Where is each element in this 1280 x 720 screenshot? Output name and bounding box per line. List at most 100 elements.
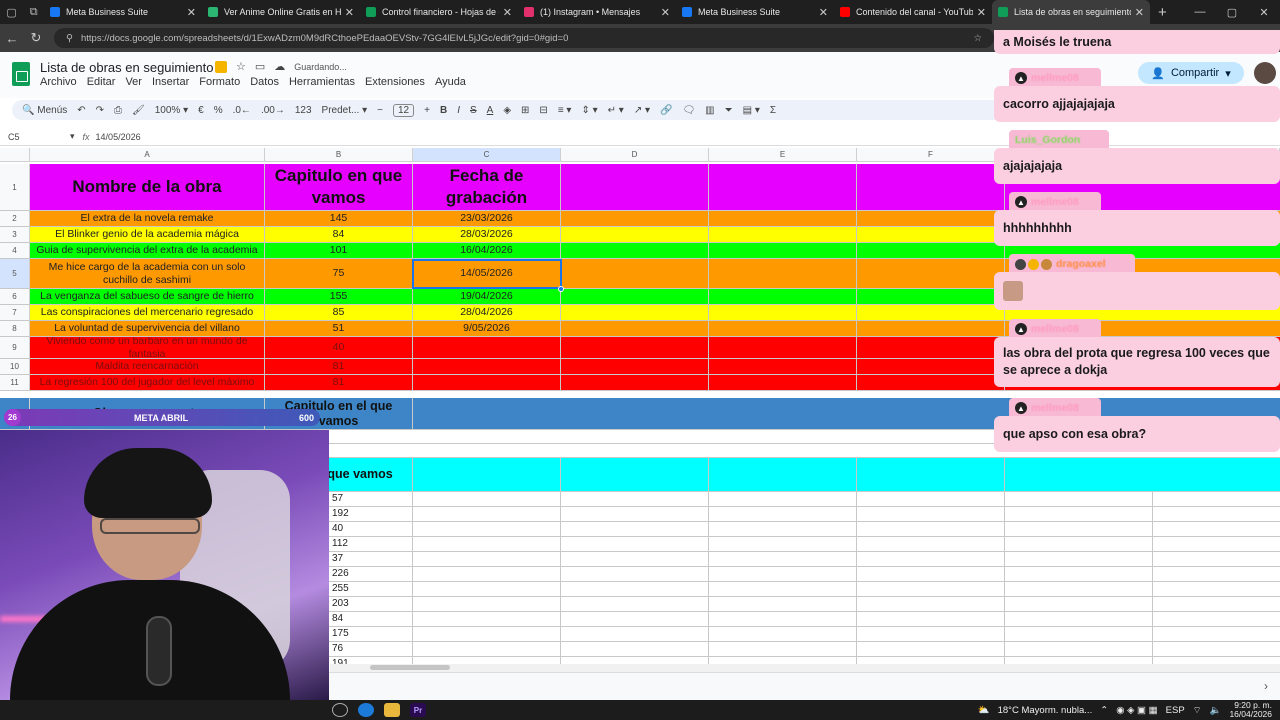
chapter-cell[interactable]: 191 — [329, 657, 413, 664]
empty-cell[interactable] — [561, 537, 709, 551]
empty-cell[interactable] — [561, 552, 709, 566]
empty-cell[interactable] — [709, 537, 857, 551]
close-window-icon[interactable]: ✕ — [1248, 6, 1280, 19]
empty-cell[interactable] — [709, 567, 857, 581]
empty-cell[interactable] — [561, 211, 709, 226]
empty-cell[interactable] — [709, 507, 857, 521]
document-title[interactable]: Lista de obras en seguimiento — [40, 60, 213, 75]
chapter-cell[interactable]: 57 — [329, 492, 413, 506]
empty-cell[interactable] — [857, 337, 1005, 358]
empty-cell[interactable] — [857, 305, 1005, 320]
empty-cell[interactable] — [857, 243, 1005, 258]
row-number[interactable]: 2 — [0, 211, 30, 226]
empty-cell[interactable] — [561, 259, 709, 288]
horizontal-align-icon[interactable]: ≡ ▾ — [558, 105, 572, 116]
insert-link-icon[interactable]: 🔗 — [660, 105, 672, 116]
chapter-cell[interactable]: 81 — [265, 375, 413, 390]
empty-cell[interactable] — [413, 458, 561, 491]
empty-cell[interactable] — [857, 375, 1005, 390]
empty-cell[interactable] — [561, 492, 709, 506]
empty-cell[interactable] — [709, 321, 857, 336]
date-cell[interactable]: 28/03/2026 — [413, 227, 561, 242]
empty-cell[interactable] — [1005, 507, 1153, 521]
scrollbar-thumb[interactable] — [370, 665, 450, 670]
empty-cell[interactable] — [1005, 582, 1153, 596]
browser-tab[interactable]: Ver Anime Online Gratis en HD y ...✕ — [202, 0, 360, 24]
chevron-down-icon[interactable]: ▾ — [70, 131, 75, 142]
empty-cell[interactable] — [413, 552, 561, 566]
close-tab-icon[interactable]: ✕ — [1135, 6, 1144, 19]
clock[interactable]: 9:20 p. m. 16/04/2026 — [1229, 701, 1272, 719]
empty-cell[interactable] — [709, 164, 857, 210]
chapter-cell[interactable]: 81 — [265, 359, 413, 374]
bold-icon[interactable]: B — [440, 105, 447, 116]
work-name-cell[interactable]: El extra de la novela remake — [30, 211, 265, 226]
maximize-icon[interactable]: ▢ — [1216, 6, 1248, 19]
empty-cell[interactable] — [561, 359, 709, 374]
empty-cell[interactable] — [561, 375, 709, 390]
premiere-icon[interactable]: Pr — [410, 703, 426, 717]
chapter-cell[interactable]: 84 — [265, 227, 413, 242]
empty-cell[interactable] — [709, 227, 857, 242]
filter-icon[interactable]: ⏷ — [725, 105, 733, 116]
formula-input[interactable]: 14/05/2026 — [96, 132, 141, 142]
edge-icon[interactable] — [358, 703, 374, 717]
reload-icon[interactable]: ↻ — [24, 30, 48, 46]
obs-icon[interactable] — [332, 703, 348, 717]
back-icon[interactable]: ← — [0, 31, 24, 46]
date-cell[interactable]: 16/04/2026 — [413, 243, 561, 258]
volume-icon[interactable]: 🔈 — [1210, 705, 1222, 716]
row-number[interactable]: 1 — [0, 164, 30, 210]
empty-cell[interactable] — [709, 305, 857, 320]
empty-cell[interactable] — [561, 642, 709, 656]
menu-item[interactable]: Herramientas — [289, 76, 355, 88]
undo-icon[interactable]: ↶ — [77, 105, 85, 116]
menu-item[interactable]: Ver — [125, 76, 142, 88]
font-select[interactable]: Predet... ▾ — [322, 105, 368, 116]
decrease-font-icon[interactable]: − — [377, 105, 383, 116]
empty-cell[interactable] — [709, 458, 857, 491]
empty-cell[interactable] — [561, 164, 709, 210]
row-number[interactable]: 6 — [0, 289, 30, 304]
chapter-cell[interactable]: 51 — [265, 321, 413, 336]
empty-cell[interactable] — [413, 657, 561, 664]
empty-cell[interactable] — [857, 492, 1005, 506]
text-color-icon[interactable]: A — [487, 105, 494, 116]
empty-cell[interactable] — [857, 211, 1005, 226]
row-number[interactable]: 11 — [0, 375, 30, 390]
chapter-cell[interactable]: 37 — [329, 552, 413, 566]
number-format-button[interactable]: 123 — [295, 105, 312, 116]
empty-cell[interactable] — [413, 522, 561, 536]
empty-cell[interactable] — [709, 597, 857, 611]
row-number[interactable]: 7 — [0, 305, 30, 320]
new-tab-icon[interactable]: + — [1158, 4, 1167, 21]
empty-cell[interactable] — [413, 612, 561, 626]
increase-decimal-button[interactable]: .00→ — [261, 105, 285, 116]
work-name-cell[interactable]: Guia de supervivencia del extra de la ac… — [30, 243, 265, 258]
insert-comment-icon[interactable]: 🗨 — [682, 105, 695, 116]
paint-format-icon[interactable]: 🖌 — [132, 105, 145, 116]
language-indicator[interactable]: ESP — [1166, 705, 1185, 716]
menu-item[interactable]: Editar — [87, 76, 116, 88]
browser-tab-active[interactable]: Lista de obras en seguimiento - H...✕ — [992, 0, 1150, 24]
empty-cell[interactable] — [709, 211, 857, 226]
fill-color-icon[interactable]: ◈ — [503, 105, 511, 116]
chapter-cell[interactable]: 112 — [329, 537, 413, 551]
empty-cell[interactable] — [709, 642, 857, 656]
percent-button[interactable]: % — [214, 105, 223, 116]
chapter-cell[interactable]: 203 — [329, 597, 413, 611]
date-cell[interactable]: 23/03/2026 — [413, 211, 561, 226]
row-number[interactable]: 8 — [0, 321, 30, 336]
work-name-cell[interactable]: Las conspiraciones del mercenario regres… — [30, 305, 265, 320]
empty-cell[interactable] — [413, 627, 561, 641]
header-cell[interactable]: Fecha de grabación — [413, 164, 561, 210]
row-number[interactable]: 10 — [0, 359, 30, 374]
empty-cell[interactable] — [1005, 657, 1153, 664]
chapter-cell[interactable]: 192 — [329, 507, 413, 521]
row-number[interactable]: 4 — [0, 243, 30, 258]
tray-app-icons[interactable]: ◉ ◈ ▣ ▦ — [1116, 705, 1157, 716]
network-icon[interactable]: ⌔ — [1193, 705, 1202, 716]
empty-cell[interactable] — [561, 612, 709, 626]
empty-cell[interactable] — [857, 507, 1005, 521]
empty-cell[interactable] — [413, 507, 561, 521]
